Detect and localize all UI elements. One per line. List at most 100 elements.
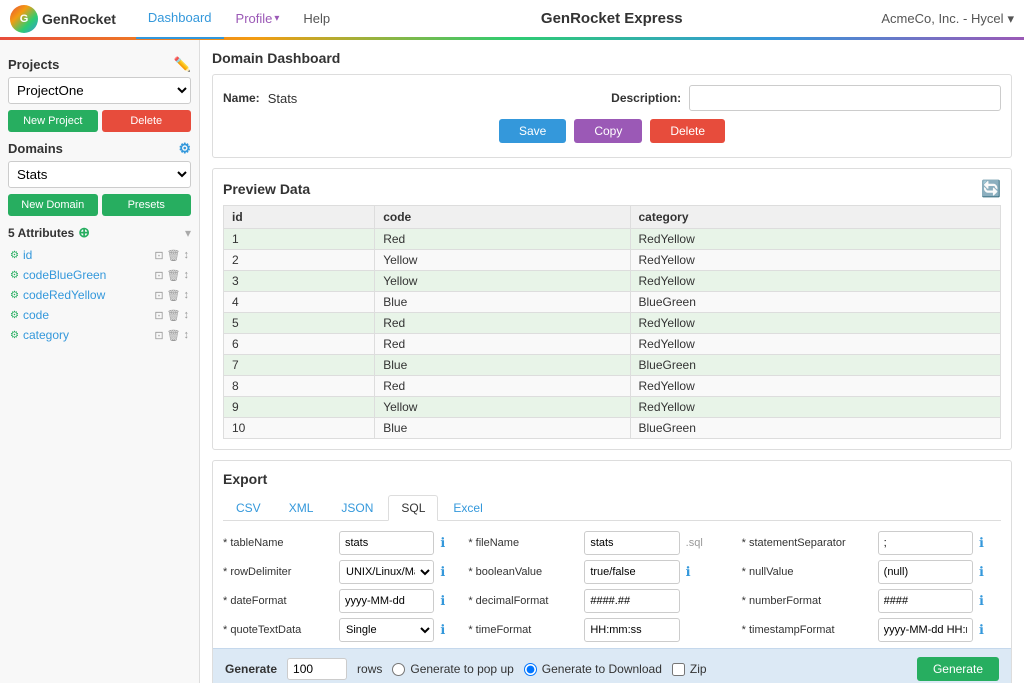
statementSeparator-input[interactable] (878, 531, 973, 555)
delete-domain-button[interactable]: Delete (650, 119, 725, 143)
attr-actions-code: ⊡ 🗑 ↕ (154, 309, 189, 322)
decimalFormat-input[interactable] (584, 589, 679, 613)
booleanValue-info-icon[interactable]: ℹ (686, 564, 736, 580)
attr-move-codeRedYellow[interactable]: ↕ (184, 289, 190, 302)
copy-button[interactable]: Copy (574, 119, 642, 143)
download-radio[interactable] (524, 663, 537, 676)
refresh-icon[interactable]: 🔄 (981, 179, 1001, 199)
nullValue-input[interactable] (878, 560, 973, 584)
domains-icon[interactable]: ⚙ (178, 140, 191, 157)
popup-radio[interactable] (392, 663, 405, 676)
attr-gear-codeRedYellow: ⚙ (10, 290, 19, 301)
col-category: category (630, 206, 1001, 229)
tab-excel[interactable]: Excel (440, 495, 495, 520)
attr-gear-category: ⚙ (10, 330, 19, 341)
timeFormat-input[interactable] (584, 618, 679, 642)
attributes-list: ⚙ id ⊡ 🗑 ↕ ⚙ codeBlueGreen ⊡ 🗑 ↕ (8, 245, 191, 345)
edit-project-icon[interactable]: ✏️ (174, 56, 191, 73)
attr-copy-codeBlueGreen[interactable]: ⊡ (154, 269, 163, 282)
numberFormat-info-icon[interactable]: ℹ (979, 593, 1001, 609)
logo-text: GenRocket (42, 11, 116, 27)
quoteTextData-label: * quoteTextData (223, 624, 333, 636)
tableName-input[interactable] (339, 531, 434, 555)
nullValue-label: * nullValue (742, 566, 872, 578)
new-domain-button[interactable]: New Domain (8, 194, 98, 216)
new-project-button[interactable]: New Project (8, 110, 98, 132)
attr-move-id[interactable]: ↕ (184, 249, 190, 262)
add-attribute-icon[interactable]: ⊕ (78, 224, 90, 241)
timestampFormat-input[interactable] (878, 618, 973, 642)
project-buttons: New Project Delete (8, 110, 191, 132)
nav-dashboard[interactable]: Dashboard (136, 0, 224, 39)
attribute-name-codeBlueGreen[interactable]: ⚙ codeBlueGreen (10, 268, 106, 282)
quoteTextData-info-icon[interactable]: ℹ (440, 622, 462, 638)
timestampFormat-info-icon[interactable]: ℹ (979, 622, 1001, 638)
statementSeparator-info-icon[interactable]: ℹ (979, 535, 1001, 551)
timeFormat-label: * timeFormat (468, 624, 578, 636)
table-header-row: id code category (224, 206, 1001, 229)
attr-copy-id[interactable]: ⊡ (154, 249, 163, 262)
table-row: 5RedRedYellow (224, 313, 1001, 334)
attribute-name-code[interactable]: ⚙ code (10, 308, 49, 322)
generate-count-input[interactable] (287, 658, 347, 680)
attr-delete-codeBlueGreen[interactable]: 🗑 (167, 269, 181, 282)
collapse-attributes-icon[interactable]: ▾ (185, 226, 191, 240)
popup-label[interactable]: Generate to pop up (410, 662, 513, 676)
attr-delete-code[interactable]: 🗑 (167, 309, 181, 322)
domain-select[interactable]: Stats (8, 161, 191, 188)
attr-delete-id[interactable]: 🗑 (167, 249, 181, 262)
attr-move-category[interactable]: ↕ (184, 329, 190, 342)
attr-copy-category[interactable]: ⊡ (154, 329, 163, 342)
attr-gear-code: ⚙ (10, 310, 19, 321)
attr-copy-code[interactable]: ⊡ (154, 309, 163, 322)
project-select[interactable]: ProjectOne (8, 77, 191, 104)
attribute-item-code: ⚙ code ⊡ 🗑 ↕ (8, 305, 191, 325)
attr-delete-codeRedYellow[interactable]: 🗑 (167, 289, 181, 302)
name-label: Name: (223, 91, 260, 105)
presets-button[interactable]: Presets (102, 194, 192, 216)
generate-button[interactable]: Generate (917, 657, 999, 681)
attribute-name-category[interactable]: ⚙ category (10, 328, 69, 342)
tableName-info-icon[interactable]: ℹ (440, 535, 462, 551)
rowDelimiter-info-icon[interactable]: ℹ (440, 564, 462, 580)
domain-buttons: New Domain Presets (8, 194, 191, 216)
sidebar: Projects ✏️ ProjectOne New Project Delet… (0, 40, 200, 683)
domain-name-value: Stats (268, 91, 298, 106)
tab-sql[interactable]: SQL (388, 495, 438, 521)
attr-move-codeBlueGreen[interactable]: ↕ (184, 269, 190, 282)
dateFormat-info-icon[interactable]: ℹ (440, 593, 462, 609)
attr-move-code[interactable]: ↕ (184, 309, 190, 322)
nav-help[interactable]: Help (291, 0, 342, 39)
fileName-label: * fileName (468, 537, 578, 549)
numberFormat-input[interactable] (878, 589, 973, 613)
col-code: code (375, 206, 630, 229)
timestampFormat-label: * timestampFormat (742, 624, 872, 636)
download-label[interactable]: Generate to Download (542, 662, 662, 676)
nav-profile[interactable]: Profile ▾ (224, 0, 292, 39)
quoteTextData-select[interactable]: Single (339, 618, 434, 642)
dateFormat-input[interactable] (339, 589, 434, 613)
attr-delete-category[interactable]: 🗑 (167, 329, 181, 342)
zip-checkbox[interactable] (672, 663, 685, 676)
content-area: Domain Dashboard Name: Stats Description… (200, 40, 1024, 683)
attribute-name-id[interactable]: ⚙ id (10, 248, 32, 262)
desc-label: Description: (611, 91, 681, 105)
nullValue-info-icon[interactable]: ℹ (979, 564, 1001, 580)
tab-xml[interactable]: XML (276, 495, 327, 520)
save-button[interactable]: Save (499, 119, 566, 143)
booleanValue-input[interactable] (584, 560, 679, 584)
attr-actions-codeRedYellow: ⊡ 🗑 ↕ (154, 289, 189, 302)
preview-header: Preview Data 🔄 (223, 179, 1001, 199)
attr-copy-codeRedYellow[interactable]: ⊡ (154, 289, 163, 302)
description-input[interactable] (689, 85, 1001, 111)
rowDelimiter-select[interactable]: UNIX/Linux/Mac-LF (339, 560, 434, 584)
user-info[interactable]: AcmeCo, Inc. - Hycel ▾ (881, 11, 1014, 27)
export-section: Export CSV XML JSON SQL Excel * tableNam… (212, 460, 1012, 683)
tableName-label: * tableName (223, 537, 333, 549)
fileName-input[interactable] (584, 531, 679, 555)
tab-csv[interactable]: CSV (223, 495, 274, 520)
delete-project-button[interactable]: Delete (102, 110, 192, 132)
attribute-name-codeRedYellow[interactable]: ⚙ codeRedYellow (10, 288, 105, 302)
tab-json[interactable]: JSON (328, 495, 386, 520)
zip-label[interactable]: Zip (690, 662, 707, 676)
